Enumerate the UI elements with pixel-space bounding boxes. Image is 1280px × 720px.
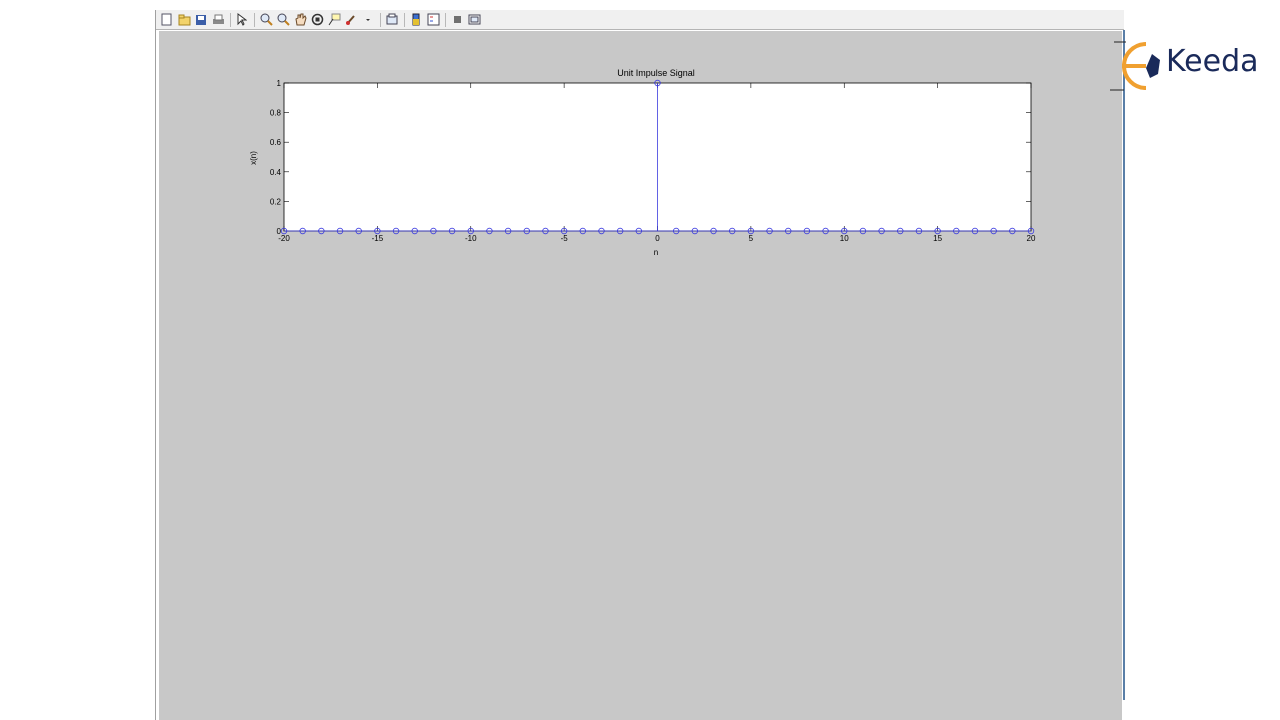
toolbar-separator: [445, 12, 446, 27]
hide-plot-tools-icon[interactable]: [450, 13, 464, 27]
toolbar-separator: [380, 12, 381, 27]
zoom-out-icon[interactable]: [276, 13, 290, 27]
y-tick-label: 1: [277, 79, 282, 88]
brush-icon[interactable]: [344, 13, 358, 27]
ekeeda-logo-text: Keeda: [1166, 44, 1259, 79]
y-tick-label: 0.6: [270, 138, 282, 147]
x-tick-label: 20: [1027, 234, 1036, 243]
toolbar-separator: [230, 12, 231, 27]
rotate-3d-icon[interactable]: [310, 13, 324, 27]
chevron-down-icon[interactable]: [361, 13, 375, 27]
y-tick-label: 0.2: [270, 197, 282, 206]
y-tick-label: 0.4: [270, 168, 282, 177]
y-tick-label: 0: [277, 227, 282, 236]
y-axis-label: x(n): [249, 151, 258, 165]
toolbar-separator: [254, 12, 255, 27]
x-axis-label: n: [654, 248, 658, 257]
link-plot-icon[interactable]: [385, 13, 399, 27]
new-figure-icon[interactable]: [160, 13, 174, 27]
show-plot-tools-icon[interactable]: [467, 13, 481, 27]
zoom-in-icon[interactable]: [259, 13, 273, 27]
window-right-edge: [1123, 30, 1125, 700]
print-icon[interactable]: [211, 13, 225, 27]
insert-colorbar-icon[interactable]: [409, 13, 423, 27]
data-cursor-icon[interactable]: [327, 13, 341, 27]
toolbar-separator: [404, 12, 405, 27]
chart-title: Unit Impulse Signal: [617, 68, 695, 78]
x-tick-label: 10: [840, 234, 849, 243]
insert-legend-icon[interactable]: [426, 13, 440, 27]
figure-window: -20 -15 -10 -5 0 5 10 15 20 0 0.2 0.4 0.6 0.8 1 Unit I…: [155, 10, 1126, 720]
x-tick-label: 0: [655, 234, 660, 243]
ekeeda-logo-icon: [1110, 41, 1160, 91]
pan-icon[interactable]: [293, 13, 307, 27]
x-tick-label: 5: [749, 234, 754, 243]
x-tick-label: 15: [933, 234, 942, 243]
save-icon[interactable]: [194, 13, 208, 27]
figure-toolbar: [156, 10, 1124, 30]
edit-plot-icon[interactable]: [235, 13, 249, 27]
y-tick-label: 0.8: [270, 109, 282, 118]
x-tick-label: -15: [372, 234, 384, 243]
x-tick-label: -10: [465, 234, 477, 243]
unit-impulse-plot[interactable]: -20 -15 -10 -5 0 5 10 15 2000.20.40.60.81 Unit I…: [159, 31, 1122, 720]
open-file-icon[interactable]: [177, 13, 191, 27]
figure-canvas: -20 -15 -10 -5 0 5 10 15 20 0 0.2 0.4 0.6 0.8 1 Unit I…: [159, 31, 1122, 720]
ekeeda-logo: Keeda: [1108, 34, 1268, 98]
x-tick-label: -5: [561, 234, 569, 243]
